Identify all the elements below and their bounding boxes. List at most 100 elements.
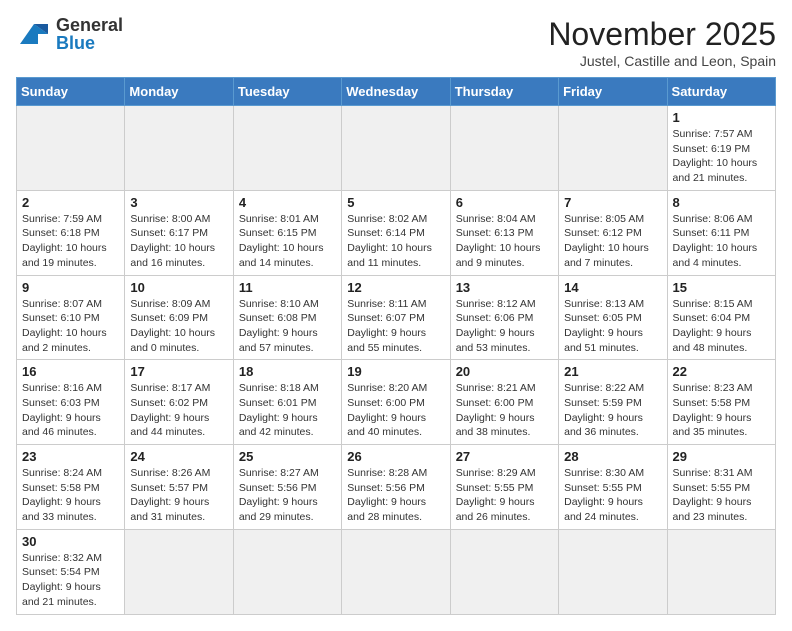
table-row: 9 Sunrise: 8:07 AM Sunset: 6:10 PM Daylig… — [17, 275, 125, 360]
table-row: 17Sunrise: 8:17 AM Sunset: 6:02 PM Dayli… — [125, 360, 233, 445]
table-row — [559, 106, 667, 191]
table-row: 26 Sunrise: 8:28 AM Sunset: 5:56 PM Dayli… — [342, 445, 450, 530]
table-row: 10Sunrise: 8:09 AM Sunset: 6:09 PM Dayli… — [125, 275, 233, 360]
day-info: Sunrise: 8:02 AM Sunset: 6:14 PM Dayligh… — [347, 212, 444, 271]
calendar-row: 23Sunrise: 8:24 AM Sunset: 5:58 PM Dayli… — [17, 445, 776, 530]
header-sunday: Sunday — [17, 78, 125, 106]
calendar-row: 1 Sunrise: 7:57 AM Sunset: 6:19 PM Daylig… — [17, 106, 776, 191]
table-row: 27Sunrise: 8:29 AM Sunset: 5:55 PM Dayli… — [450, 445, 558, 530]
table-row: 13 Sunrise: 8:12 AM Sunset: 6:06 PM Dayli… — [450, 275, 558, 360]
day-info: Sunrise: 8:21 AM Sunset: 6:00 PM Dayligh… — [456, 381, 553, 440]
day-number: 19 — [347, 364, 444, 379]
table-row: 28Sunrise: 8:30 AM Sunset: 5:55 PM Dayli… — [559, 445, 667, 530]
day-info: Sunrise: 7:57 AM Sunset: 6:19 PM Dayligh… — [673, 127, 770, 186]
table-row: 2 Sunrise: 7:59 AM Sunset: 6:18 PM Daylig… — [17, 190, 125, 275]
header-friday: Friday — [559, 78, 667, 106]
header-saturday: Saturday — [667, 78, 775, 106]
table-row: 25 Sunrise: 8:27 AM Sunset: 5:56 PM Dayli… — [233, 445, 341, 530]
month-title: November 2025 — [548, 16, 776, 53]
day-number: 14 — [564, 280, 661, 295]
day-number: 4 — [239, 195, 336, 210]
table-row — [450, 106, 558, 191]
calendar-row: 30 Sunrise: 8:32 AM Sunset: 5:54 PM Dayli… — [17, 529, 776, 614]
table-row — [342, 106, 450, 191]
day-number: 20 — [456, 364, 553, 379]
table-row: 8Sunrise: 8:06 AM Sunset: 6:11 PM Daylig… — [667, 190, 775, 275]
table-row — [233, 529, 341, 614]
day-info: Sunrise: 8:07 AM Sunset: 6:10 PM Dayligh… — [22, 297, 119, 356]
logo: GeneralBlue — [16, 16, 123, 52]
table-row: 7 Sunrise: 8:05 AM Sunset: 6:12 PM Daylig… — [559, 190, 667, 275]
logo-text: GeneralBlue — [56, 16, 123, 52]
table-row: 1 Sunrise: 7:57 AM Sunset: 6:19 PM Daylig… — [667, 106, 775, 191]
table-row: 21Sunrise: 8:22 AM Sunset: 5:59 PM Dayli… — [559, 360, 667, 445]
day-number: 12 — [347, 280, 444, 295]
calendar-row: 9 Sunrise: 8:07 AM Sunset: 6:10 PM Daylig… — [17, 275, 776, 360]
table-row: 18 Sunrise: 8:18 AM Sunset: 6:01 PM Dayli… — [233, 360, 341, 445]
day-info: Sunrise: 8:04 AM Sunset: 6:13 PM Dayligh… — [456, 212, 553, 271]
table-row: 5Sunrise: 8:02 AM Sunset: 6:14 PM Daylig… — [342, 190, 450, 275]
day-number: 18 — [239, 364, 336, 379]
table-row: 14 Sunrise: 8:13 AM Sunset: 6:05 PM Dayli… — [559, 275, 667, 360]
day-info: Sunrise: 8:20 AM Sunset: 6:00 PM Dayligh… — [347, 381, 444, 440]
day-info: Sunrise: 8:10 AM Sunset: 6:08 PM Dayligh… — [239, 297, 336, 356]
table-row: 4 Sunrise: 8:01 AM Sunset: 6:15 PM Daylig… — [233, 190, 341, 275]
day-number: 15 — [673, 280, 770, 295]
table-row — [450, 529, 558, 614]
location: Justel, Castille and Leon, Spain — [548, 53, 776, 69]
day-info: Sunrise: 8:32 AM Sunset: 5:54 PM Dayligh… — [22, 551, 119, 610]
day-number: 25 — [239, 449, 336, 464]
day-info: Sunrise: 8:18 AM Sunset: 6:01 PM Dayligh… — [239, 381, 336, 440]
day-info: Sunrise: 8:13 AM Sunset: 6:05 PM Dayligh… — [564, 297, 661, 356]
title-block: November 2025 Justel, Castille and Leon,… — [548, 16, 776, 69]
table-row: 16Sunrise: 8:16 AM Sunset: 6:03 PM Dayli… — [17, 360, 125, 445]
table-row: 11 Sunrise: 8:10 AM Sunset: 6:08 PM Dayli… — [233, 275, 341, 360]
calendar-table: Sunday Monday Tuesday Wednesday Thursday… — [16, 77, 776, 615]
header-thursday: Thursday — [450, 78, 558, 106]
day-info: Sunrise: 8:28 AM Sunset: 5:56 PM Dayligh… — [347, 466, 444, 525]
day-info: Sunrise: 8:01 AM Sunset: 6:15 PM Dayligh… — [239, 212, 336, 271]
table-row: 15 Sunrise: 8:15 AM Sunset: 6:04 PM Dayli… — [667, 275, 775, 360]
day-number: 22 — [673, 364, 770, 379]
table-row — [559, 529, 667, 614]
day-number: 13 — [456, 280, 553, 295]
table-row: 29Sunrise: 8:31 AM Sunset: 5:55 PM Dayli… — [667, 445, 775, 530]
day-number: 1 — [673, 110, 770, 125]
table-row: 23Sunrise: 8:24 AM Sunset: 5:58 PM Dayli… — [17, 445, 125, 530]
day-number: 17 — [130, 364, 227, 379]
day-number: 21 — [564, 364, 661, 379]
day-info: Sunrise: 8:05 AM Sunset: 6:12 PM Dayligh… — [564, 212, 661, 271]
table-row: 24 Sunrise: 8:26 AM Sunset: 5:57 PM Dayli… — [125, 445, 233, 530]
day-number: 26 — [347, 449, 444, 464]
day-number: 29 — [673, 449, 770, 464]
day-info: Sunrise: 8:12 AM Sunset: 6:06 PM Dayligh… — [456, 297, 553, 356]
table-row — [125, 529, 233, 614]
calendar-row: 2 Sunrise: 7:59 AM Sunset: 6:18 PM Daylig… — [17, 190, 776, 275]
day-number: 7 — [564, 195, 661, 210]
header-tuesday: Tuesday — [233, 78, 341, 106]
day-number: 10 — [130, 280, 227, 295]
day-number: 27 — [456, 449, 553, 464]
day-number: 24 — [130, 449, 227, 464]
table-row — [233, 106, 341, 191]
weekday-header-row: Sunday Monday Tuesday Wednesday Thursday… — [17, 78, 776, 106]
table-row: 6 Sunrise: 8:04 AM Sunset: 6:13 PM Daylig… — [450, 190, 558, 275]
calendar-row: 16Sunrise: 8:16 AM Sunset: 6:03 PM Dayli… — [17, 360, 776, 445]
day-info: Sunrise: 8:15 AM Sunset: 6:04 PM Dayligh… — [673, 297, 770, 356]
day-number: 16 — [22, 364, 119, 379]
table-row — [667, 529, 775, 614]
header-monday: Monday — [125, 78, 233, 106]
table-row: 30 Sunrise: 8:32 AM Sunset: 5:54 PM Dayli… — [17, 529, 125, 614]
day-number: 30 — [22, 534, 119, 549]
table-row: 12 Sunrise: 8:11 AM Sunset: 6:07 PM Dayli… — [342, 275, 450, 360]
day-number: 9 — [22, 280, 119, 295]
day-info: Sunrise: 7:59 AM Sunset: 6:18 PM Dayligh… — [22, 212, 119, 271]
day-info: Sunrise: 8:11 AM Sunset: 6:07 PM Dayligh… — [347, 297, 444, 356]
general-blue-logo-icon — [16, 20, 52, 48]
day-number: 6 — [456, 195, 553, 210]
day-info: Sunrise: 8:27 AM Sunset: 5:56 PM Dayligh… — [239, 466, 336, 525]
table-row: 22Sunrise: 8:23 AM Sunset: 5:58 PM Dayli… — [667, 360, 775, 445]
day-info: Sunrise: 8:26 AM Sunset: 5:57 PM Dayligh… — [130, 466, 227, 525]
day-number: 11 — [239, 280, 336, 295]
day-number: 2 — [22, 195, 119, 210]
